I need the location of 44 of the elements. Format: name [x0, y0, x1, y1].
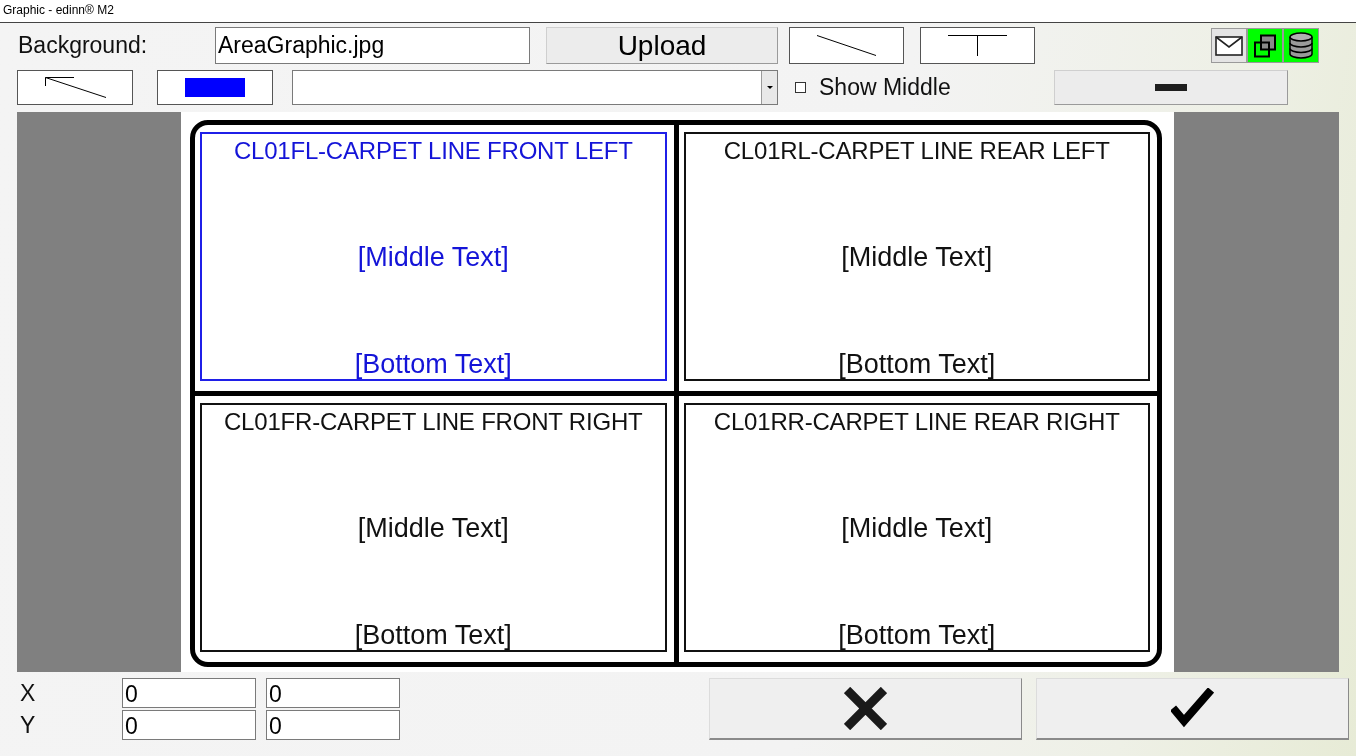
diagonal-line-icon	[817, 35, 876, 56]
t-line-icon	[948, 35, 1007, 56]
layers-toggle-button[interactable]	[1247, 28, 1283, 63]
coordinate-field[interactable]: 0	[266, 678, 400, 708]
envelope-icon	[1215, 35, 1243, 56]
checkmark-icon	[1171, 688, 1214, 729]
arrow-line-icon	[44, 77, 106, 98]
connector-style-button[interactable]	[920, 27, 1035, 64]
area-title: CL01RL-CARPET LINE REAR LEFT	[723, 137, 1110, 165]
dropdown-field[interactable]	[292, 70, 778, 105]
mail-toggle-button[interactable]	[1211, 28, 1247, 63]
area-title: CL01RR-CARPET LINE REAR RIGHT	[713, 408, 1120, 436]
close-icon	[844, 687, 887, 730]
middle-text: [Middle Text]	[841, 242, 993, 272]
middle-text: [Middle Text]	[357, 242, 509, 272]
show-middle-label: Show Middle	[819, 74, 951, 101]
bottom-text: [Bottom Text]	[354, 349, 512, 379]
bottom-text: [Bottom Text]	[838, 349, 996, 379]
bottom-text: [Bottom Text]	[354, 620, 512, 650]
show-middle-checkbox[interactable]	[795, 82, 806, 93]
coordinate-field[interactable]: 0	[122, 710, 256, 740]
bottom-text: [Bottom Text]	[838, 620, 996, 650]
area-title: CL01FL-CARPET LINE FRONT LEFT	[233, 137, 633, 165]
coordinate-field[interactable]: 0	[122, 678, 256, 708]
coordinate-label: X	[20, 679, 37, 707]
confirm-button[interactable]	[1036, 678, 1349, 740]
middle-text: [Middle Text]	[841, 513, 993, 543]
coordinate-field[interactable]: 0	[266, 710, 400, 740]
color-button[interactable]	[157, 70, 273, 105]
window-title: Graphic - edinn® M2	[3, 3, 114, 17]
background-file-field[interactable]: AreaGraphic.jpg	[215, 27, 530, 64]
caret-icon	[766, 86, 773, 89]
arrow-style-button[interactable]	[17, 70, 133, 105]
database-toggle-button[interactable]	[1283, 28, 1319, 63]
area-title: CL01FR-CARPET LINE FRONT RIGHT	[224, 408, 643, 436]
overlapping-squares-icon	[1253, 33, 1277, 58]
database-icon	[1288, 31, 1314, 60]
cancel-button[interactable]	[709, 678, 1022, 740]
line-style-button[interactable]	[789, 27, 904, 64]
middle-text: [Middle Text]	[357, 513, 509, 543]
background-label: Background:	[18, 32, 149, 59]
coordinate-label: Y	[20, 711, 37, 739]
upload-button[interactable]: Upload	[546, 27, 778, 64]
line-weight-button[interactable]	[1054, 70, 1288, 105]
